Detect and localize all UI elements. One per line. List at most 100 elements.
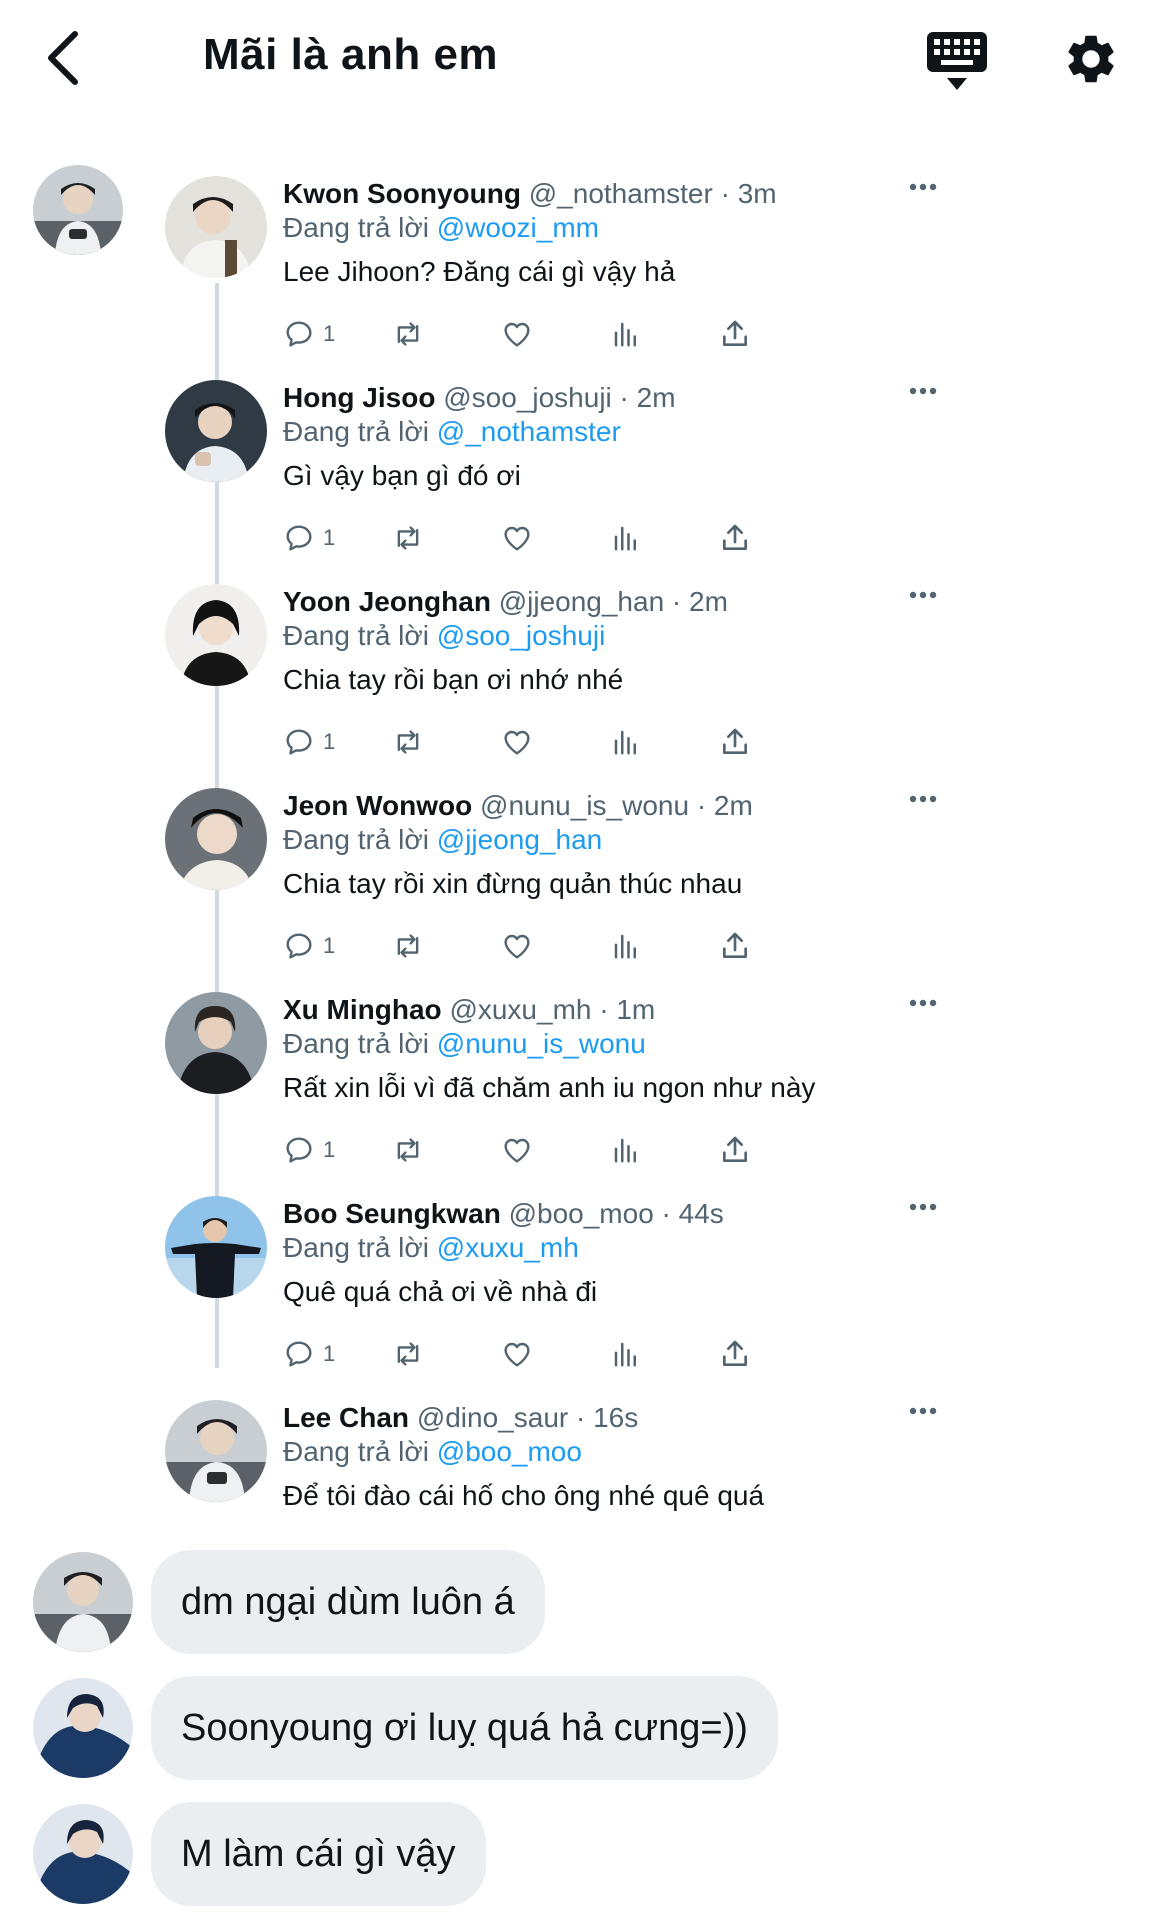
views-button[interactable]	[611, 722, 641, 762]
keyboard-button[interactable]	[925, 30, 989, 92]
share-button[interactable]	[719, 722, 751, 762]
reply-context: Đang trả lời @soo_joshuji	[283, 620, 606, 651]
more-button[interactable]	[903, 1396, 943, 1426]
tweet-header: Boo Seungkwan @boo_moo · 44s	[283, 1198, 724, 1230]
avatar[interactable]	[165, 788, 267, 890]
tweet-text: Gì vậy bạn gì đó ơi	[283, 460, 521, 491]
reply-icon	[286, 729, 312, 755]
handle-time: @jjeong_han · 2m	[498, 586, 728, 617]
reply-button[interactable]: 1	[283, 1334, 335, 1374]
message-bubble[interactable]: Soonyoung ơi luỵ quá hả cưng=))	[151, 1676, 778, 1780]
back-button[interactable]	[40, 28, 86, 88]
reply-icon	[286, 1341, 312, 1367]
tweet-actions: 1	[283, 314, 883, 354]
retweet-button[interactable]	[391, 314, 425, 354]
tweet-text: Lee Jihoon? Đăng cái gì vậy hả	[283, 256, 676, 287]
share-button[interactable]	[719, 518, 751, 558]
reply-handle-link[interactable]: @jjeong_han	[437, 824, 602, 855]
share-button[interactable]	[719, 1130, 751, 1170]
display-name[interactable]: Xu Minghao	[283, 994, 442, 1025]
tweet[interactable]: Lee Chan @dino_saur · 16s Đang trả lời @…	[165, 1390, 985, 1530]
tweet[interactable]: Boo Seungkwan @boo_moo · 44s Đang trả lờ…	[165, 1186, 985, 1390]
views-button[interactable]	[611, 1334, 641, 1374]
reply-context: Đang trả lời @woozi_mm	[283, 212, 599, 243]
reply-count: 1	[323, 321, 336, 346]
avatar[interactable]	[165, 992, 267, 1094]
avatar-image	[33, 165, 123, 255]
more-button[interactable]	[903, 784, 943, 814]
reply-handle-link[interactable]: @woozi_mm	[437, 212, 599, 243]
reply-handle-link[interactable]: @boo_moo	[437, 1436, 582, 1467]
display-name[interactable]: Boo Seungkwan	[283, 1198, 501, 1229]
avatar[interactable]	[165, 1400, 267, 1502]
more-button[interactable]	[903, 1192, 943, 1222]
analytics-icon	[614, 730, 636, 755]
avatar[interactable]	[165, 176, 267, 278]
tweet[interactable]: Hong Jisoo @soo_joshuji · 2m Đang trả lờ…	[165, 370, 985, 574]
more-button[interactable]	[903, 172, 943, 202]
share-button[interactable]	[719, 926, 751, 966]
like-button[interactable]	[501, 722, 533, 762]
tweet[interactable]: Yoon Jeonghan @jjeong_han · 2m Đang trả …	[165, 574, 985, 778]
views-button[interactable]	[611, 518, 641, 558]
tweet-actions: 1	[283, 926, 883, 966]
tweet[interactable]: Kwon Soonyoung @_nothamster · 3m Đang tr…	[165, 166, 985, 370]
reply-icon	[286, 933, 312, 959]
gear-icon	[1068, 35, 1114, 83]
reply-handle-link[interactable]: @nunu_is_wonu	[437, 1028, 646, 1059]
tweet-actions: 1	[283, 1334, 883, 1374]
views-button[interactable]	[611, 314, 641, 354]
more-button[interactable]	[903, 376, 943, 406]
reply-button[interactable]: 1	[283, 314, 335, 354]
reply-count: 1	[323, 933, 336, 958]
retweet-button[interactable]	[391, 1130, 425, 1170]
display-name[interactable]: Lee Chan	[283, 1402, 409, 1433]
retweet-button[interactable]	[391, 722, 425, 762]
like-button[interactable]	[501, 518, 533, 558]
like-button[interactable]	[501, 314, 533, 354]
more-button[interactable]	[903, 988, 943, 1018]
reply-button[interactable]: 1	[283, 926, 335, 966]
sender-avatar[interactable]	[33, 1678, 133, 1778]
retweet-button[interactable]	[391, 926, 425, 966]
display-name[interactable]: Yoon Jeonghan	[283, 586, 491, 617]
views-button[interactable]	[611, 1130, 641, 1170]
reply-button[interactable]: 1	[283, 518, 335, 558]
display-name[interactable]: Jeon Wonwoo	[283, 790, 472, 821]
retweet-button[interactable]	[391, 518, 425, 558]
views-button[interactable]	[611, 926, 641, 966]
retweet-button[interactable]	[391, 1334, 425, 1374]
tweet-header: Jeon Wonwoo @nunu_is_wonu · 2m	[283, 790, 753, 822]
reply-handle-link[interactable]: @_nothamster	[437, 416, 621, 447]
tweet[interactable]: Jeon Wonwoo @nunu_is_wonu · 2m Đang trả …	[165, 778, 985, 982]
share-button[interactable]	[719, 314, 751, 354]
share-button[interactable]	[719, 1334, 751, 1374]
display-name[interactable]: Kwon Soonyoung	[283, 178, 521, 209]
avatar[interactable]	[165, 380, 267, 482]
settings-button[interactable]	[1062, 30, 1120, 88]
sender-avatar[interactable]	[33, 1804, 133, 1904]
display-name[interactable]: Hong Jisoo	[283, 382, 435, 413]
reply-handle-link[interactable]: @xuxu_mh	[437, 1232, 579, 1263]
reply-button[interactable]: 1	[283, 1130, 335, 1170]
tweet[interactable]: Xu Minghao @xuxu_mh · 1m Đang trả lời @n…	[165, 982, 985, 1186]
more-dots-icon	[909, 183, 937, 191]
message-bubble[interactable]: M làm cái gì vậy	[151, 1802, 486, 1906]
like-button[interactable]	[501, 1130, 533, 1170]
share-icon	[723, 1340, 747, 1366]
reply-handle-link[interactable]: @soo_joshuji	[437, 620, 606, 651]
sender-avatar[interactable]	[33, 165, 123, 255]
more-dots-icon	[909, 1407, 937, 1415]
reply-button[interactable]: 1	[283, 722, 335, 762]
more-button[interactable]	[903, 580, 943, 610]
page-title: Mãi là anh em	[203, 30, 499, 79]
avatar[interactable]	[165, 584, 267, 686]
like-button[interactable]	[501, 926, 533, 966]
retweet-icon	[397, 730, 419, 754]
avatar[interactable]	[165, 1196, 267, 1298]
like-button[interactable]	[501, 1334, 533, 1374]
reply-context: Đang trả lời @xuxu_mh	[283, 1232, 579, 1263]
reply-count: 1	[323, 1341, 336, 1366]
message-bubble[interactable]: dm ngại dùm luôn á	[151, 1550, 545, 1654]
sender-avatar[interactable]	[33, 1552, 133, 1652]
